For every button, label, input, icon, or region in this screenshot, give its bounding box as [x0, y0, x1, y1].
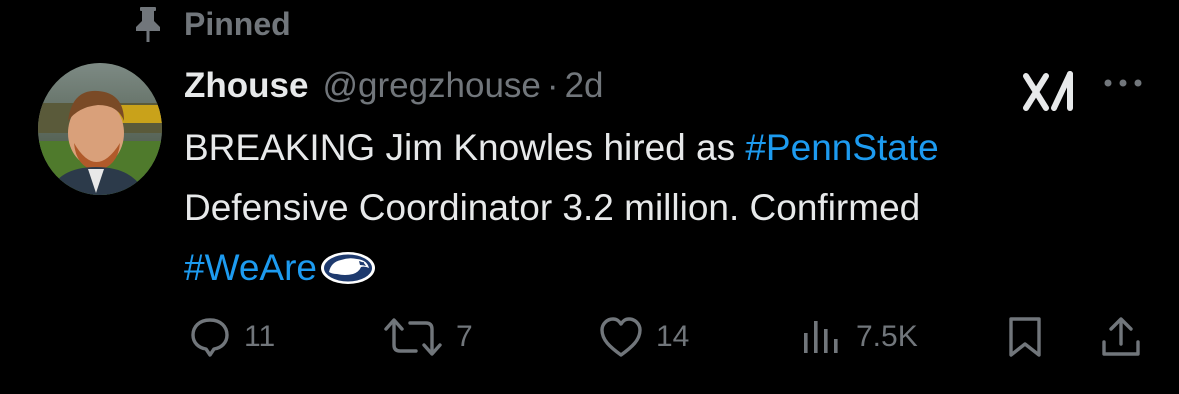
pinned-indicator: Pinned: [128, 4, 291, 44]
avatar[interactable]: [38, 63, 162, 195]
more-options-icon[interactable]: [1100, 68, 1146, 98]
like-button[interactable]: 14: [598, 307, 689, 367]
hashtag-pennstate[interactable]: #PennState: [745, 127, 938, 168]
penn-state-logo-icon: [319, 244, 377, 284]
share-button[interactable]: [1098, 307, 1144, 367]
bookmark-icon: [1004, 315, 1046, 359]
tweet-header: Zhouse @gregzhouse · 2d: [184, 62, 604, 110]
views-icon: [798, 315, 844, 359]
bookmark-button[interactable]: [1004, 307, 1046, 367]
grok-icon[interactable]: [1022, 70, 1080, 112]
reply-button[interactable]: 11: [188, 307, 275, 367]
tweet-line-1: BREAKING Jim Knowles hired as #PennState: [184, 118, 1164, 178]
tweet-line-3: #WeAre: [184, 238, 1164, 298]
retweet-count: 7: [456, 320, 473, 353]
tweet-actions: 11 7 14 7.5K: [0, 307, 1179, 367]
separator-dot: ·: [546, 66, 559, 105]
pin-icon: [128, 4, 168, 44]
author-handle[interactable]: @gregzhouse: [322, 66, 540, 106]
tweet-text: BREAKING Jim Knowles hired as #PennState…: [184, 118, 1164, 298]
like-count: 14: [656, 320, 690, 353]
share-icon: [1098, 314, 1144, 360]
pinned-label: Pinned: [184, 5, 291, 42]
tweet-timestamp[interactable]: 2d: [565, 66, 604, 106]
like-icon: [598, 315, 644, 359]
reply-count: 11: [244, 320, 276, 353]
hashtag-weare[interactable]: #WeAre: [184, 247, 317, 288]
reply-icon: [188, 315, 232, 359]
views-button[interactable]: 7.5K: [798, 307, 918, 367]
author-display-name[interactable]: Zhouse: [184, 66, 308, 106]
retweet-button[interactable]: 7: [382, 307, 473, 367]
tweet-text-segment: BREAKING Jim Knowles hired as: [184, 127, 746, 168]
views-count: 7.5K: [856, 320, 918, 353]
retweet-icon: [382, 315, 444, 359]
tweet-line-2: Defensive Coordinator 3.2 million. Confi…: [184, 187, 921, 228]
